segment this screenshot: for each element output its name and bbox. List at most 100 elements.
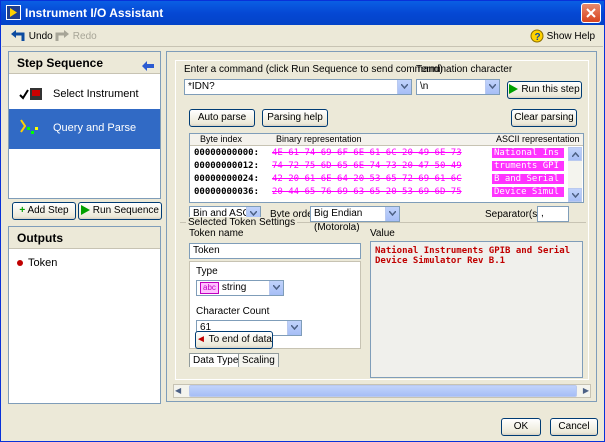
chevron-down-icon[interactable] [397, 80, 411, 94]
value-display: National Instruments GPIB and Serial Dev… [370, 241, 583, 378]
scroll-up-icon[interactable] [568, 147, 582, 161]
hex-cell: 74 72 75 6D 65 6E 74 73 20 47 50 49 [272, 161, 462, 171]
parsing-help-button[interactable]: Parsing help [262, 109, 328, 127]
clear-parsing-button[interactable]: Clear parsing [511, 109, 577, 127]
byte-order-select[interactable]: Big Endian (Motorola) [310, 206, 400, 233]
step-query-and-parse[interactable]: Query and Parse [9, 109, 160, 149]
ascii-cell: Device Simul [492, 187, 564, 197]
byte-index-cell: 00000000024: [194, 174, 260, 184]
token-name-label: Token name [189, 228, 244, 239]
scroll-thumb[interactable] [189, 385, 577, 397]
horizontal-scrollbar[interactable]: ◀ ▶ [173, 384, 591, 398]
show-help-button[interactable]: ? Show Help [530, 29, 595, 45]
auto-parse-button[interactable]: Auto parse [189, 109, 255, 127]
byte-index-cell: 00000000000: [194, 148, 260, 158]
help-label: Show Help [546, 31, 595, 42]
query-parse-settings: Enter a command (click Run Sequence to s… [175, 60, 589, 380]
undo-label: Undo [28, 31, 53, 42]
run-sequence-button[interactable]: Run Sequence [78, 202, 162, 220]
ascii-cell: National Ins [492, 148, 564, 158]
app-icon [6, 5, 21, 20]
hex-cell: 20 44 65 76 69 63 65 20 53 69 6D 75 [272, 187, 462, 197]
type-label: Type [196, 266, 218, 277]
run-this-step-label: Run this step [521, 84, 580, 95]
token-name-value: Token [193, 245, 220, 256]
query-parse-icon [19, 119, 41, 141]
step-label: Query and Parse [53, 122, 137, 134]
to-end-of-data-button[interactable]: ◄ To end of data [195, 331, 273, 349]
close-button[interactable] [581, 3, 601, 23]
add-step-label: Add Step [27, 205, 69, 216]
string-type-icon: abc [200, 282, 219, 294]
to-end-icon: ◄ [196, 334, 206, 345]
outputs-title: Outputs [17, 231, 63, 245]
scroll-right-icon[interactable]: ▶ [583, 386, 589, 395]
run-this-step-button[interactable]: Run this step [507, 81, 582, 99]
header-ascii: ASCII representation [496, 134, 580, 144]
undo-icon [11, 30, 25, 42]
hex-cell: 4E 61 74 69 6F 6E 61 6C 20 49 6E 73 [272, 148, 462, 158]
chevron-down-icon[interactable] [485, 80, 499, 94]
plus-icon: + [19, 205, 26, 216]
output-label: Token [28, 257, 58, 269]
step-sequence-title: Step Sequence [17, 56, 104, 70]
header-binary: Binary representation [276, 134, 362, 144]
tab-data-type[interactable]: Data Type [189, 353, 243, 367]
right-pane: Enter a command (click Run Sequence to s… [166, 51, 597, 402]
title-bar[interactable]: Instrument I/O Assistant [1, 1, 604, 25]
separator-label: Separator(s) [485, 209, 541, 220]
chevron-down-icon[interactable] [287, 321, 301, 335]
chevron-down-icon[interactable] [385, 207, 399, 221]
byte-index-cell: 00000000036: [194, 187, 260, 197]
to-end-label: To end of data [208, 334, 272, 345]
separator-value: , [541, 208, 544, 219]
window-title: Instrument I/O Assistant [25, 6, 164, 20]
value-label: Value [370, 228, 395, 239]
main-window: Instrument I/O Assistant Undo Redo ? Sho… [0, 0, 605, 442]
token-name-input[interactable]: Token [189, 243, 361, 259]
add-step-button[interactable]: + Add Step [12, 202, 76, 220]
cancel-button[interactable]: Cancel [550, 418, 598, 436]
char-count-label: Character Count [196, 306, 270, 317]
token-settings-group-label: Selected Token Settings [186, 217, 298, 228]
type-value: string [221, 282, 247, 293]
redo-button[interactable]: Redo [54, 29, 97, 45]
run-icon [509, 84, 519, 95]
type-select[interactable]: abc string [196, 280, 284, 296]
chevron-down-icon[interactable] [269, 281, 283, 295]
value-text: National Instruments GPIB and Serial Dev… [375, 246, 571, 266]
outputs-panel: Outputs Token [8, 226, 161, 404]
undo-button[interactable]: Undo [10, 29, 53, 45]
byte-index-cell: 00000000012: [194, 161, 260, 171]
instrument-icon [19, 87, 43, 104]
run-icon [81, 205, 91, 216]
tab-scaling[interactable]: Scaling [238, 353, 279, 367]
step-sequence-header: Step Sequence [9, 52, 160, 74]
ascii-cell: B and Serial [492, 174, 564, 184]
hex-cell: 42 20 61 6E 64 20 53 65 72 69 61 6C [272, 174, 462, 184]
left-pane: Step Sequence Select Instrument Query an… [4, 49, 163, 405]
redo-icon [55, 30, 69, 42]
run-sequence-label: Run Sequence [92, 205, 159, 216]
byte-table[interactable]: Byte index Binary representation ASCII r… [189, 133, 584, 203]
separator-input[interactable]: , [537, 206, 569, 222]
byte-order-value: Big Endian (Motorola) [314, 208, 363, 233]
byte-table-header: Byte index Binary representation ASCII r… [190, 134, 583, 146]
output-item-token[interactable]: Token [17, 257, 57, 269]
byte-table-scrollbar[interactable] [568, 147, 582, 202]
toolbar: Undo Redo ? Show Help [2, 26, 603, 47]
command-input[interactable]: *IDN? [184, 79, 412, 95]
header-byte-index: Byte index [200, 134, 243, 144]
step-sequence-panel: Step Sequence Select Instrument Query an… [8, 51, 161, 199]
command-label: Enter a command (click Run Sequence to s… [184, 64, 444, 75]
ascii-cell: truments GPI [492, 161, 564, 171]
scroll-down-icon[interactable] [568, 188, 582, 202]
help-icon: ? [530, 29, 544, 43]
svg-text:?: ? [534, 32, 540, 43]
output-bullet-icon [17, 260, 23, 267]
outputs-header: Outputs [9, 227, 160, 249]
termination-select[interactable]: \n [416, 79, 500, 95]
termination-label: Termination character [416, 64, 513, 75]
ok-button[interactable]: OK [501, 418, 541, 436]
scroll-left-icon[interactable]: ◀ [175, 386, 181, 395]
